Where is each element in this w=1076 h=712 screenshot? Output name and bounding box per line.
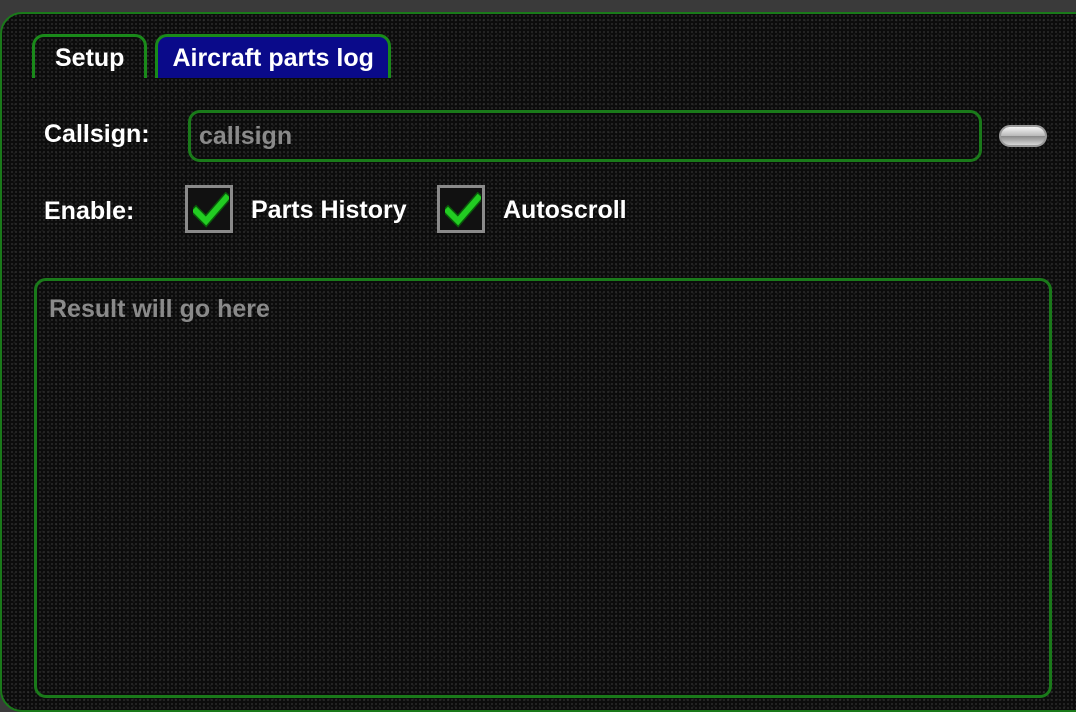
autoscroll-checkbox[interactable]	[437, 185, 485, 233]
autoscroll-label: Autoscroll	[503, 196, 627, 224]
callsign-input[interactable]	[188, 110, 982, 162]
tab-aircraft-parts-log[interactable]: Aircraft parts log	[155, 34, 391, 78]
result-textarea[interactable]	[34, 278, 1052, 698]
enable-label: Enable:	[44, 197, 135, 225]
tab-bar: Setup Aircraft parts log	[32, 34, 391, 78]
pill-button[interactable]	[999, 125, 1047, 147]
parts-history-label: Parts History	[251, 196, 407, 224]
parts-history-checkbox[interactable]	[185, 185, 233, 233]
callsign-label: Callsign:	[44, 120, 150, 148]
checkmark-icon	[445, 192, 481, 228]
tab-setup[interactable]: Setup	[32, 34, 148, 78]
main-panel: Setup Aircraft parts log Callsign: Enabl…	[0, 12, 1076, 712]
checkmark-icon	[193, 192, 229, 228]
